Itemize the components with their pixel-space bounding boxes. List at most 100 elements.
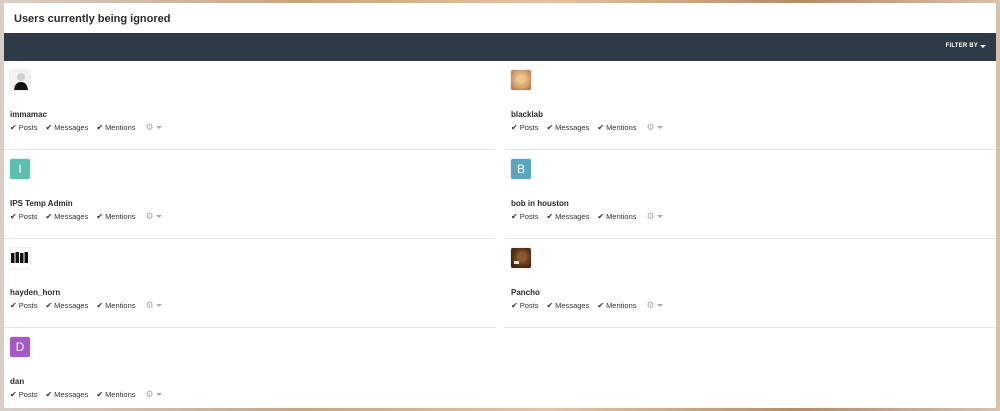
gear-icon: ⚙ [145, 389, 154, 399]
avatar[interactable]: D [10, 337, 30, 357]
check-icon: ✔ [45, 122, 53, 132]
chevron-down-icon [656, 126, 663, 129]
ignore-messages-toggle[interactable]: ✔ Messages [546, 301, 589, 310]
ignore-messages-toggle[interactable]: ✔ Messages [45, 301, 88, 310]
mentions-label: Mentions [606, 212, 637, 221]
ignore-mentions-toggle[interactable]: ✔ Mentions [96, 212, 135, 221]
user-photo-icon [515, 74, 527, 84]
messages-label: Messages [54, 212, 89, 221]
posts-label: Posts [18, 212, 38, 221]
ignore-posts-toggle[interactable]: ✔ Posts [10, 212, 37, 221]
ignore-messages-toggle[interactable]: ✔ Messages [45, 390, 88, 399]
avatar[interactable] [511, 248, 531, 268]
ignore-options: ✔ Posts ✔ Messages ✔ Mentions ⚙ [511, 211, 663, 222]
user-name[interactable]: Pancho [511, 288, 540, 297]
options-menu-button[interactable]: ⚙ [146, 389, 162, 400]
check-icon: ✔ [546, 300, 554, 310]
filter-by-button[interactable]: FILTER BY [946, 43, 986, 49]
chevron-down-icon [155, 393, 162, 396]
chevron-down-icon [656, 304, 663, 307]
ignore-mentions-toggle[interactable]: ✔ Mentions [96, 390, 135, 399]
check-icon: ✔ [10, 211, 17, 221]
user-photo-icon [11, 252, 28, 263]
check-icon: ✔ [511, 122, 518, 132]
check-icon: ✔ [546, 122, 554, 132]
user-name[interactable]: bob in houston [511, 199, 569, 208]
options-menu-button[interactable]: ⚙ [647, 300, 663, 311]
messages-label: Messages [54, 123, 89, 132]
posts-label: Posts [18, 390, 38, 399]
list-item: Pancho ✔ Posts ✔ Messages ✔ Mentions ⚙ [505, 239, 996, 328]
chevron-down-icon [656, 215, 663, 218]
user-name[interactable]: immamac [10, 110, 47, 119]
ignore-options: ✔ Posts ✔ Messages ✔ Mentions ⚙ [10, 389, 162, 400]
ignore-posts-toggle[interactable]: ✔ Posts [511, 212, 538, 221]
avatar[interactable] [10, 248, 30, 268]
ignore-messages-toggle[interactable]: ✔ Messages [546, 212, 589, 221]
check-icon: ✔ [597, 122, 605, 132]
ignore-options: ✔ Posts ✔ Messages ✔ Mentions ⚙ [511, 300, 663, 311]
gear-icon: ⚙ [145, 122, 154, 132]
messages-label: Messages [54, 301, 89, 310]
avatar[interactable] [511, 70, 531, 90]
user-name[interactable]: dan [10, 377, 24, 386]
ignore-options: ✔ Posts ✔ Messages ✔ Mentions ⚙ [511, 122, 663, 133]
options-menu-button[interactable]: ⚙ [146, 300, 162, 311]
messages-label: Messages [555, 301, 590, 310]
check-icon: ✔ [597, 211, 605, 221]
mentions-label: Mentions [606, 301, 637, 310]
ignore-mentions-toggle[interactable]: ✔ Mentions [597, 212, 636, 221]
chevron-down-icon [980, 44, 986, 48]
user-name[interactable]: blacklab [511, 110, 543, 119]
ignore-posts-toggle[interactable]: ✔ Posts [511, 301, 538, 310]
posts-label: Posts [519, 123, 539, 132]
ignored-users-panel: Users currently being ignored FILTER BY … [4, 3, 996, 408]
gear-icon: ⚙ [145, 211, 154, 221]
avatar-letter: B [516, 162, 525, 176]
ignore-mentions-toggle[interactable]: ✔ Mentions [597, 123, 636, 132]
avatar[interactable] [10, 70, 30, 90]
check-icon: ✔ [96, 300, 104, 310]
ignore-mentions-toggle[interactable]: ✔ Mentions [96, 123, 135, 132]
user-name[interactable]: hayden_horn [10, 288, 60, 297]
ignore-posts-toggle[interactable]: ✔ Posts [10, 301, 37, 310]
ignore-options: ✔ Posts ✔ Messages ✔ Mentions ⚙ [10, 122, 162, 133]
options-menu-button[interactable]: ⚙ [647, 122, 663, 133]
avatar[interactable]: I [10, 159, 30, 179]
messages-label: Messages [555, 123, 590, 132]
mentions-label: Mentions [105, 390, 136, 399]
posts-label: Posts [519, 301, 539, 310]
ignore-messages-toggle[interactable]: ✔ Messages [45, 123, 88, 132]
gear-icon: ⚙ [646, 122, 655, 132]
check-icon: ✔ [597, 300, 605, 310]
ignore-mentions-toggle[interactable]: ✔ Mentions [597, 301, 636, 310]
list-item: I IPS Temp Admin ✔ Posts ✔ Messages ✔ Menti… [4, 150, 495, 239]
chevron-down-icon [155, 304, 162, 307]
mentions-label: Mentions [606, 123, 637, 132]
posts-label: Posts [18, 123, 38, 132]
check-icon: ✔ [96, 211, 104, 221]
check-icon: ✔ [10, 389, 17, 399]
ignore-messages-toggle[interactable]: ✔ Messages [45, 212, 88, 221]
check-icon: ✔ [10, 122, 17, 132]
ignore-messages-toggle[interactable]: ✔ Messages [546, 123, 589, 132]
check-icon: ✔ [96, 389, 104, 399]
user-name[interactable]: IPS Temp Admin [10, 199, 73, 208]
filter-by-label: FILTER BY [945, 43, 978, 49]
ignore-posts-toggle[interactable]: ✔ Posts [511, 123, 538, 132]
options-menu-button[interactable]: ⚙ [647, 211, 663, 222]
check-icon: ✔ [546, 211, 554, 221]
ignore-options: ✔ Posts ✔ Messages ✔ Mentions ⚙ [10, 211, 162, 222]
ignore-posts-toggle[interactable]: ✔ Posts [10, 390, 37, 399]
avatar[interactable]: B [511, 159, 531, 179]
avatar-letter: I [18, 162, 22, 176]
options-menu-button[interactable]: ⚙ [146, 211, 162, 222]
options-menu-button[interactable]: ⚙ [146, 122, 162, 133]
messages-label: Messages [54, 390, 89, 399]
check-icon: ✔ [511, 211, 518, 221]
ignore-mentions-toggle[interactable]: ✔ Mentions [96, 301, 135, 310]
ignore-posts-toggle[interactable]: ✔ Posts [10, 123, 37, 132]
gear-icon: ⚙ [646, 211, 655, 221]
list-item: B bob in houston ✔ Posts ✔ Messages ✔ Menti… [505, 150, 996, 239]
check-icon: ✔ [45, 211, 53, 221]
